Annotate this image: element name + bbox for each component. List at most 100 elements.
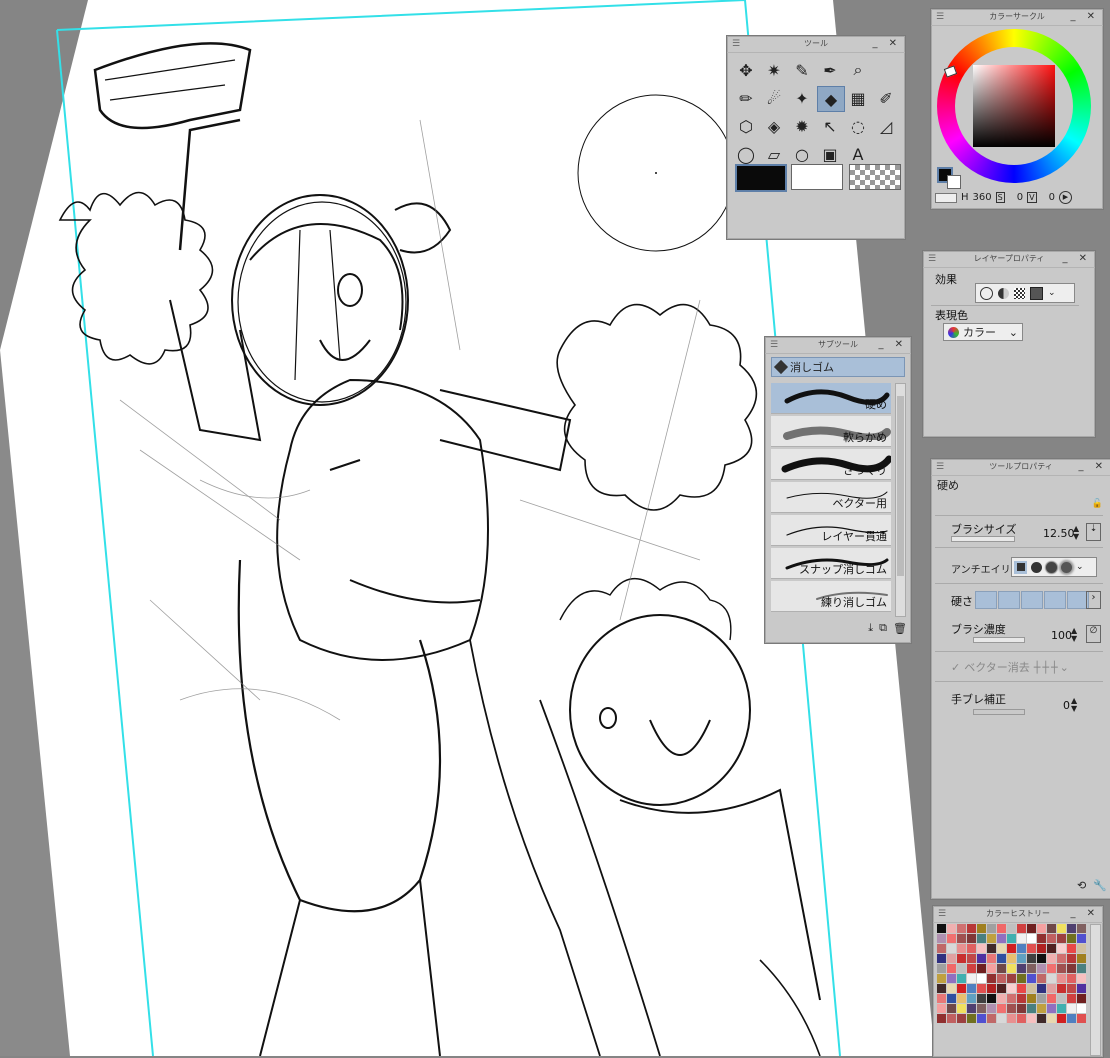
history-color-cell[interactable]	[967, 1014, 976, 1023]
density-link-icon[interactable]: ∅	[1086, 625, 1101, 643]
history-color-cell[interactable]	[1077, 974, 1086, 983]
history-color-cell[interactable]	[1047, 1014, 1056, 1023]
chevron-down-icon[interactable]: ⌄	[1076, 562, 1084, 572]
pen-icon[interactable]: ✒	[817, 58, 843, 82]
reset-icon[interactable]: ⟲	[1077, 879, 1086, 892]
sub-tool-group-tab[interactable]: 消しゴム	[771, 357, 905, 377]
history-color-cell[interactable]	[947, 944, 956, 953]
history-color-cell[interactable]	[1057, 974, 1066, 983]
3d-object-icon[interactable]: ⬡	[733, 114, 759, 138]
history-color-cell[interactable]	[987, 964, 996, 973]
history-color-cell[interactable]	[947, 984, 956, 993]
panel-controls[interactable]: _ ✕	[1062, 251, 1091, 267]
history-color-cell[interactable]	[1027, 994, 1036, 1003]
history-color-cell[interactable]	[967, 924, 976, 933]
history-color-cell[interactable]	[937, 974, 946, 983]
brush-item[interactable]: ざっくり	[771, 449, 891, 480]
history-color-cell[interactable]	[947, 924, 956, 933]
history-color-cell[interactable]	[1007, 1014, 1016, 1023]
history-color-cell[interactable]	[947, 1014, 956, 1023]
history-color-cell[interactable]	[1077, 924, 1086, 933]
history-color-cell[interactable]	[1007, 964, 1016, 973]
brush-size-slider[interactable]	[951, 536, 1015, 542]
history-color-cell[interactable]	[1067, 984, 1076, 993]
hardness-segments[interactable]	[975, 591, 1090, 612]
history-color-cell[interactable]	[1047, 1004, 1056, 1013]
history-color-cell[interactable]	[937, 1014, 946, 1023]
history-color-cell[interactable]	[957, 1004, 966, 1013]
history-color-cell[interactable]	[1037, 1014, 1046, 1023]
history-color-cell[interactable]	[977, 934, 986, 943]
history-color-cell[interactable]	[1057, 1014, 1066, 1023]
history-color-cell[interactable]	[937, 984, 946, 993]
layer-color-icon[interactable]	[1030, 286, 1043, 300]
antialias-strong-icon[interactable]	[1061, 561, 1072, 573]
fill-icon[interactable]: ◈	[761, 114, 787, 138]
history-color-cell[interactable]	[957, 944, 966, 953]
history-color-cell[interactable]	[1037, 994, 1046, 1003]
history-color-cell[interactable]	[1057, 1004, 1066, 1013]
color-sub-mini[interactable]	[947, 175, 961, 189]
history-color-cell[interactable]	[967, 964, 976, 973]
history-color-cell[interactable]	[977, 984, 986, 993]
history-color-cell[interactable]	[1067, 994, 1076, 1003]
history-color-cell[interactable]	[967, 974, 976, 983]
antialias-mid-icon[interactable]	[1046, 561, 1057, 573]
history-color-cell[interactable]	[1027, 934, 1036, 943]
history-color-cell[interactable]	[1007, 974, 1016, 983]
scrollbar[interactable]	[895, 383, 906, 617]
history-color-cell[interactable]	[987, 994, 996, 1003]
history-color-cell[interactable]	[1047, 944, 1056, 953]
history-color-cell[interactable]	[1057, 964, 1066, 973]
brush-item[interactable]: 硬め	[771, 383, 891, 414]
history-color-cell[interactable]	[977, 964, 986, 973]
gradient-icon[interactable]: ▣	[817, 142, 843, 166]
history-color-cell[interactable]	[937, 954, 946, 963]
history-color-cell[interactable]	[1017, 944, 1026, 953]
history-color-cell[interactable]	[977, 994, 986, 1003]
history-color-cell[interactable]	[1027, 924, 1036, 933]
history-color-cell[interactable]	[987, 1014, 996, 1023]
transparent-color-swatch[interactable]	[849, 164, 901, 190]
history-color-cell[interactable]	[1077, 954, 1086, 963]
vector-erase-row[interactable]: ✓ ベクター消去 ┼┼┼⌄	[951, 659, 1071, 675]
history-color-cell[interactable]	[957, 964, 966, 973]
history-color-cell[interactable]	[987, 1004, 996, 1013]
history-color-cell[interactable]	[1007, 984, 1016, 993]
history-color-cell[interactable]	[1067, 974, 1076, 983]
trash-icon[interactable]: 🗑	[893, 622, 907, 635]
chevron-down-icon[interactable]: ⌄	[1048, 288, 1056, 298]
history-color-cell[interactable]	[997, 924, 1006, 933]
history-color-cell[interactable]	[1017, 934, 1026, 943]
history-color-cell[interactable]	[1077, 1014, 1086, 1023]
main-color-swatch[interactable]	[735, 164, 787, 192]
history-color-cell[interactable]	[967, 1004, 976, 1013]
history-color-cell[interactable]	[1007, 934, 1016, 943]
border-effect-icon[interactable]	[980, 286, 993, 300]
zoom-icon[interactable]: ⌕	[845, 58, 871, 82]
history-color-cell[interactable]	[1077, 1004, 1086, 1013]
burst-icon[interactable]: ✹	[789, 114, 815, 138]
download-icon[interactable]: ⤓	[868, 621, 873, 635]
chevron-right-icon[interactable]: ›	[1086, 591, 1101, 609]
history-color-cell[interactable]	[1017, 984, 1026, 993]
history-color-cell[interactable]	[1017, 924, 1026, 933]
history-color-cell[interactable]	[977, 944, 986, 953]
history-color-cell[interactable]	[1067, 924, 1076, 933]
history-color-cell[interactable]	[997, 934, 1006, 943]
history-color-cell[interactable]	[1037, 964, 1046, 973]
history-color-cell[interactable]	[987, 984, 996, 993]
gradient-shape-icon[interactable]: ⏥	[761, 142, 787, 166]
panel-controls[interactable]: _ ✕	[1070, 9, 1099, 25]
stepper-icon[interactable]: ▲ ▼	[1073, 525, 1079, 541]
history-color-cell[interactable]	[947, 954, 956, 963]
eraser-icon[interactable]: ◆	[817, 86, 845, 112]
history-color-cell[interactable]	[967, 984, 976, 993]
panel-controls[interactable]: _ ✕	[878, 337, 907, 353]
history-color-cell[interactable]	[1037, 1004, 1046, 1013]
history-color-cell[interactable]	[1007, 954, 1016, 963]
brush-item[interactable]: 練り消しゴム	[771, 581, 891, 612]
history-color-cell[interactable]	[997, 974, 1006, 983]
history-color-cell[interactable]	[1007, 924, 1016, 933]
history-color-cell[interactable]	[1067, 964, 1076, 973]
